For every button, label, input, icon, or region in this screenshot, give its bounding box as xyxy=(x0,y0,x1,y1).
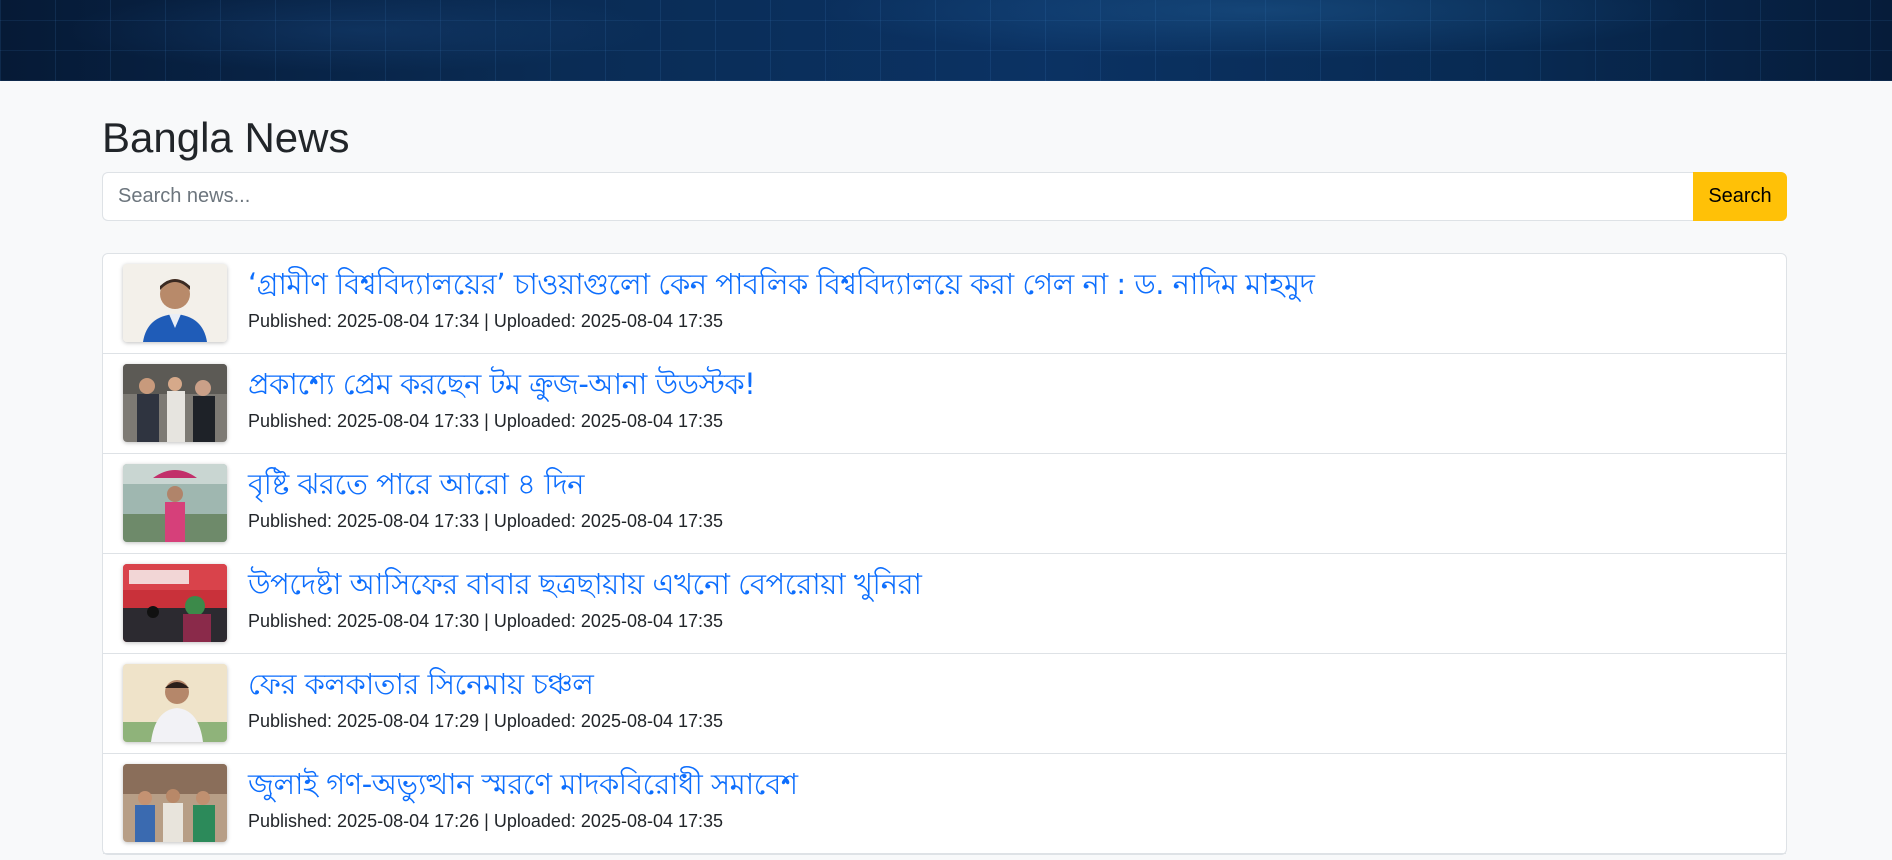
news-meta: Published: 2025-08-04 17:33 | Uploaded: … xyxy=(248,511,724,532)
news-thumbnail[interactable] xyxy=(123,764,227,843)
news-meta: Published: 2025-08-04 17:34 | Uploaded: … xyxy=(248,311,724,332)
search-button[interactable]: Search xyxy=(1693,172,1787,222)
main-container: Bangla News Search ‘গ্রামীণ বিশ্ববিদ্যাল… xyxy=(102,81,1787,856)
news-meta: Published: 2025-08-04 17:30 | Uploaded: … xyxy=(248,611,724,632)
header-banner xyxy=(0,0,1892,81)
search-input[interactable] xyxy=(102,172,1693,222)
news-item: ফের কলকাতার সিনেমায় চঞ্চল Published: 20… xyxy=(103,654,1786,755)
news-item: উপদেষ্টা আসিফের বাবার ছত্রছায়ায় এখনো ব… xyxy=(103,554,1786,655)
news-meta: Published: 2025-08-04 17:26 | Uploaded: … xyxy=(248,811,724,832)
news-title-link[interactable]: ফের কলকাতার সিনেমায় চঞ্চল xyxy=(248,666,723,702)
news-title-link[interactable]: প্রকাশ্যে প্রেম করছেন টম ক্রুজ-আনা উডস্ট… xyxy=(248,366,756,402)
page-title: Bangla News xyxy=(102,114,350,161)
news-item: জুলাই গণ-অভ্যুত্থান স্মরণে মাদকবিরোধী সম… xyxy=(103,754,1786,855)
news-thumbnail[interactable] xyxy=(123,564,227,643)
news-meta: Published: 2025-08-04 17:33 | Uploaded: … xyxy=(248,411,724,432)
news-item: বৃষ্টি ঝরতে পারে আরো ৪ দিন Published: 20… xyxy=(103,454,1786,555)
news-title-link[interactable]: ‘গ্রামীণ বিশ্ববিদ্যালয়ের’ চাওয়াগুলো কে… xyxy=(248,266,1315,302)
news-thumbnail[interactable] xyxy=(123,264,227,343)
news-meta: Published: 2025-08-04 17:29 | Uploaded: … xyxy=(248,711,724,732)
news-thumbnail[interactable] xyxy=(123,464,227,543)
news-thumbnail[interactable] xyxy=(123,664,227,743)
news-title-link[interactable]: জুলাই গণ-অভ্যুত্থান স্মরণে মাদকবিরোধী সম… xyxy=(248,766,798,802)
news-list: ‘গ্রামীণ বিশ্ববিদ্যালয়ের’ চাওয়াগুলো কে… xyxy=(102,253,1787,856)
news-title-link[interactable]: বৃষ্টি ঝরতে পারে আরো ৪ দিন xyxy=(248,466,723,502)
search-form: Search xyxy=(102,172,1787,222)
news-item: প্রকাশ্যে প্রেম করছেন টম ক্রুজ-আনা উডস্ট… xyxy=(103,354,1786,455)
news-thumbnail[interactable] xyxy=(123,364,227,443)
news-item: ‘গ্রামীণ বিশ্ববিদ্যালয়ের’ চাওয়াগুলো কে… xyxy=(103,254,1786,355)
news-title-link[interactable]: উপদেষ্টা আসিফের বাবার ছত্রছায়ায় এখনো ব… xyxy=(248,566,922,602)
